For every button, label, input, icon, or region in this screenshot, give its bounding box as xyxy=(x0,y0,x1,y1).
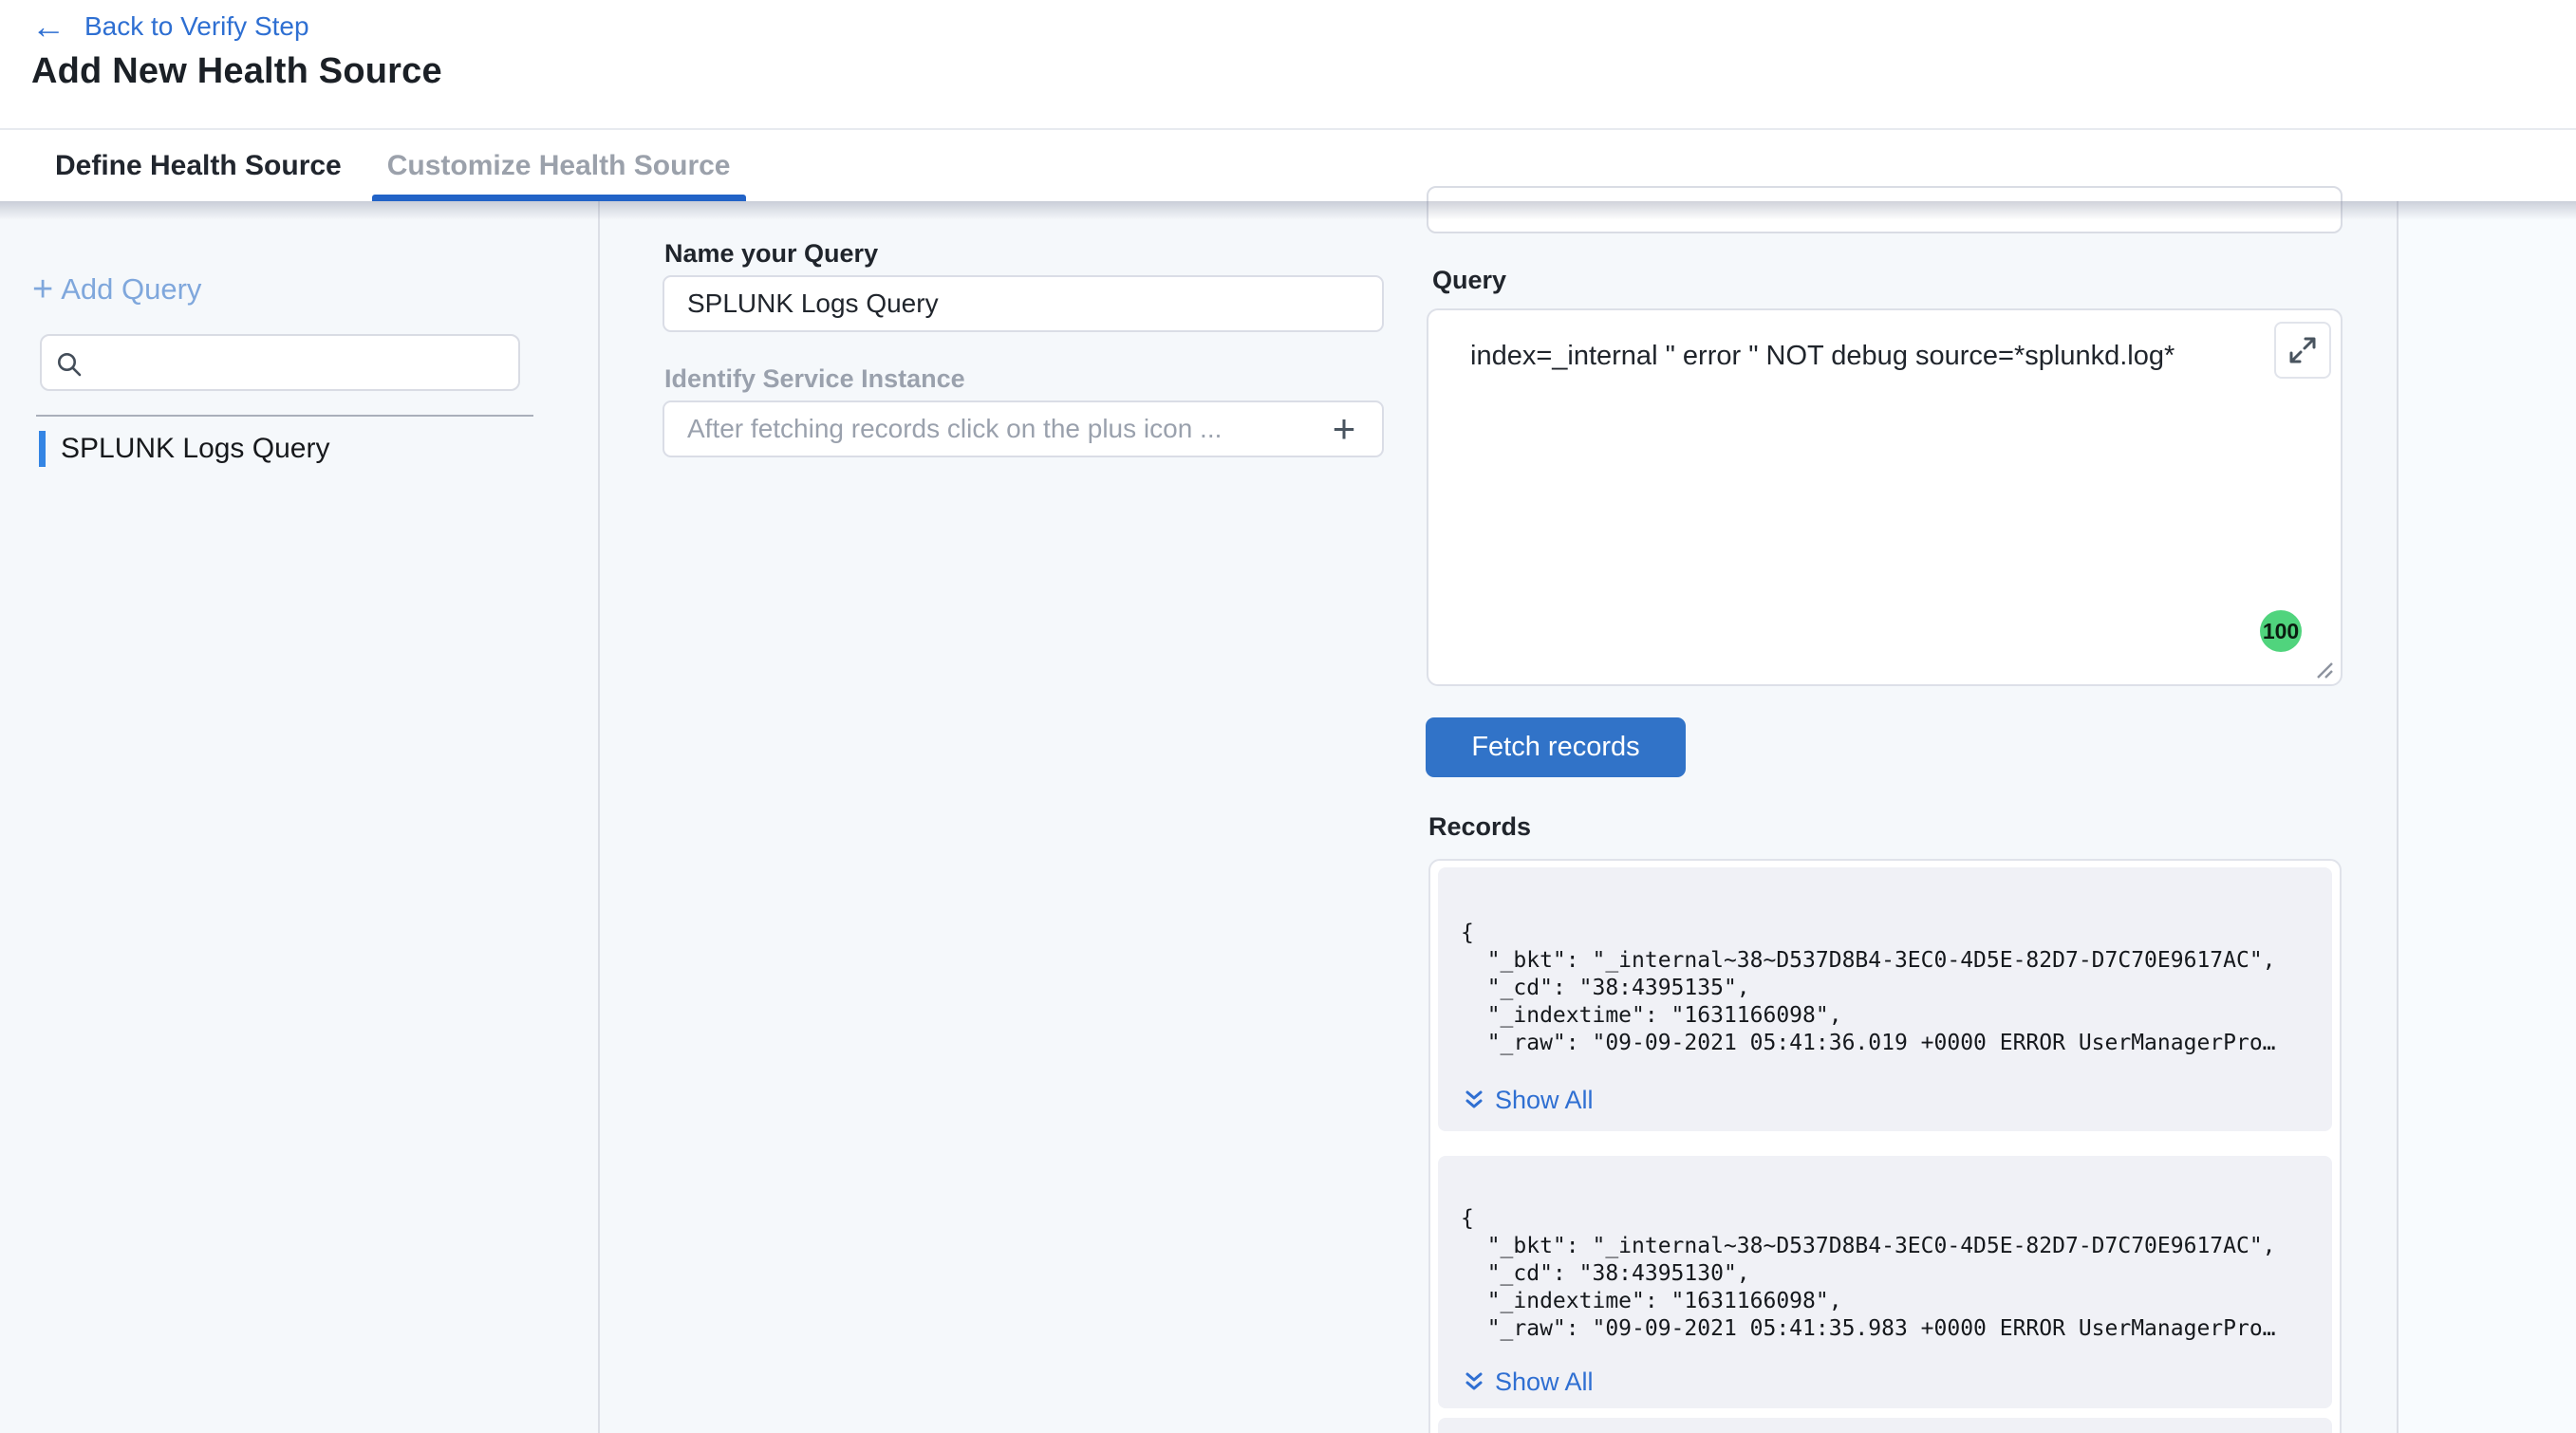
search-icon xyxy=(55,350,84,379)
query-name-input[interactable] xyxy=(663,275,1384,332)
record-json: { "_bkt": "_internal~38~D537D8B4-3EC0-4D… xyxy=(1438,867,2332,1057)
fetch-records-button[interactable]: Fetch records xyxy=(1426,717,1686,777)
sidebar-item-splunk-logs-query[interactable]: SPLUNK Logs Query xyxy=(39,431,329,467)
plus-icon: + xyxy=(32,271,53,307)
sidebar-divider-vertical xyxy=(598,201,600,1433)
back-arrow-icon: ← xyxy=(31,9,65,44)
tab-define-health-source[interactable]: Define Health Source xyxy=(40,130,357,201)
panel-divider-vertical xyxy=(2397,201,2399,1433)
json-line: "_bkt": "_internal~38~D537D8B4-3EC0-4D5E… xyxy=(1461,947,2313,975)
tab-customize-label: Customize Health Source xyxy=(387,150,731,182)
page-title: Add New Health Source xyxy=(31,51,442,92)
json-line: "_cd": "38:4395130", xyxy=(1461,1260,2313,1288)
double-chevron-down-icon xyxy=(1463,1370,1485,1395)
record-json: { "_bkt": "_internal~38~D537D8B4-3EC0-4D… xyxy=(1438,1156,2332,1343)
query-search-box xyxy=(40,334,520,391)
json-line: { xyxy=(1461,920,2313,947)
sidebar-separator-line xyxy=(36,415,533,417)
show-all-link[interactable]: Show All xyxy=(1463,1368,2332,1397)
back-link[interactable]: ← Back to Verify Step xyxy=(31,9,309,44)
tab-define-label: Define Health Source xyxy=(55,150,342,182)
show-all-label: Show All xyxy=(1495,1086,1594,1115)
expand-query-button[interactable] xyxy=(2274,322,2331,379)
query-item-label: SPLUNK Logs Query xyxy=(61,433,329,465)
search-input[interactable] xyxy=(95,338,513,387)
record-card-clipped xyxy=(1438,1418,2332,1433)
identify-service-instance-label: Identify Service Instance xyxy=(664,364,965,394)
header: ← Back to Verify Step Add New Health Sou… xyxy=(0,0,2576,128)
resize-grip[interactable] xyxy=(2311,657,2336,681)
show-all-link[interactable]: Show All xyxy=(1463,1086,2332,1115)
json-line: "_cd": "38:4395135", xyxy=(1461,975,2313,1002)
selected-indicator-bar xyxy=(39,431,46,467)
json-line: "_indextime": "1631166098", xyxy=(1461,1288,2313,1315)
record-count-badge: 100 xyxy=(2260,610,2302,652)
service-instance-input[interactable] xyxy=(663,400,1384,457)
clipped-top-input[interactable] xyxy=(1427,186,2343,233)
active-tab-underline xyxy=(372,195,746,201)
records-label: Records xyxy=(1428,812,1531,842)
name-your-query-label: Name your Query xyxy=(664,239,878,269)
back-link-label: Back to Verify Step xyxy=(84,9,309,44)
json-line: { xyxy=(1461,1205,2313,1233)
page: ← Back to Verify Step Add New Health Sou… xyxy=(0,0,2576,1433)
records-panel: { "_bkt": "_internal~38~D537D8B4-3EC0-4D… xyxy=(1428,859,2342,1433)
expand-icon xyxy=(2286,333,2320,367)
tab-customize-health-source[interactable]: Customize Health Source xyxy=(372,130,746,201)
record-card: { "_bkt": "_internal~38~D537D8B4-3EC0-4D… xyxy=(1438,867,2332,1131)
service-instance-field: + xyxy=(663,400,1384,457)
show-all-label: Show All xyxy=(1495,1368,1594,1397)
json-line: "_bkt": "_internal~38~D537D8B4-3EC0-4D5E… xyxy=(1461,1233,2313,1260)
json-line: "_indextime": "1631166098", xyxy=(1461,1002,2313,1030)
query-label: Query xyxy=(1432,266,1506,295)
add-query-button[interactable]: + Add Query xyxy=(32,271,201,307)
json-line: "_raw": "09-09-2021 05:41:36.019 +0000 E… xyxy=(1461,1030,2313,1057)
json-line: "_raw": "09-09-2021 05:41:35.983 +0000 E… xyxy=(1461,1315,2313,1343)
add-service-instance-plus-icon[interactable]: + xyxy=(1321,406,1367,452)
add-query-label: Add Query xyxy=(61,271,201,307)
double-chevron-down-icon xyxy=(1463,1089,1485,1113)
query-textarea[interactable]: index=_internal " error " NOT debug sour… xyxy=(1470,341,2249,372)
right-empty-strip xyxy=(2399,201,2576,1433)
query-textarea-container: index=_internal " error " NOT debug sour… xyxy=(1427,308,2343,686)
content-area: + Add Query SPLUNK Logs Query Name your … xyxy=(0,201,2576,1433)
record-card: { "_bkt": "_internal~38~D537D8B4-3EC0-4D… xyxy=(1438,1156,2332,1408)
